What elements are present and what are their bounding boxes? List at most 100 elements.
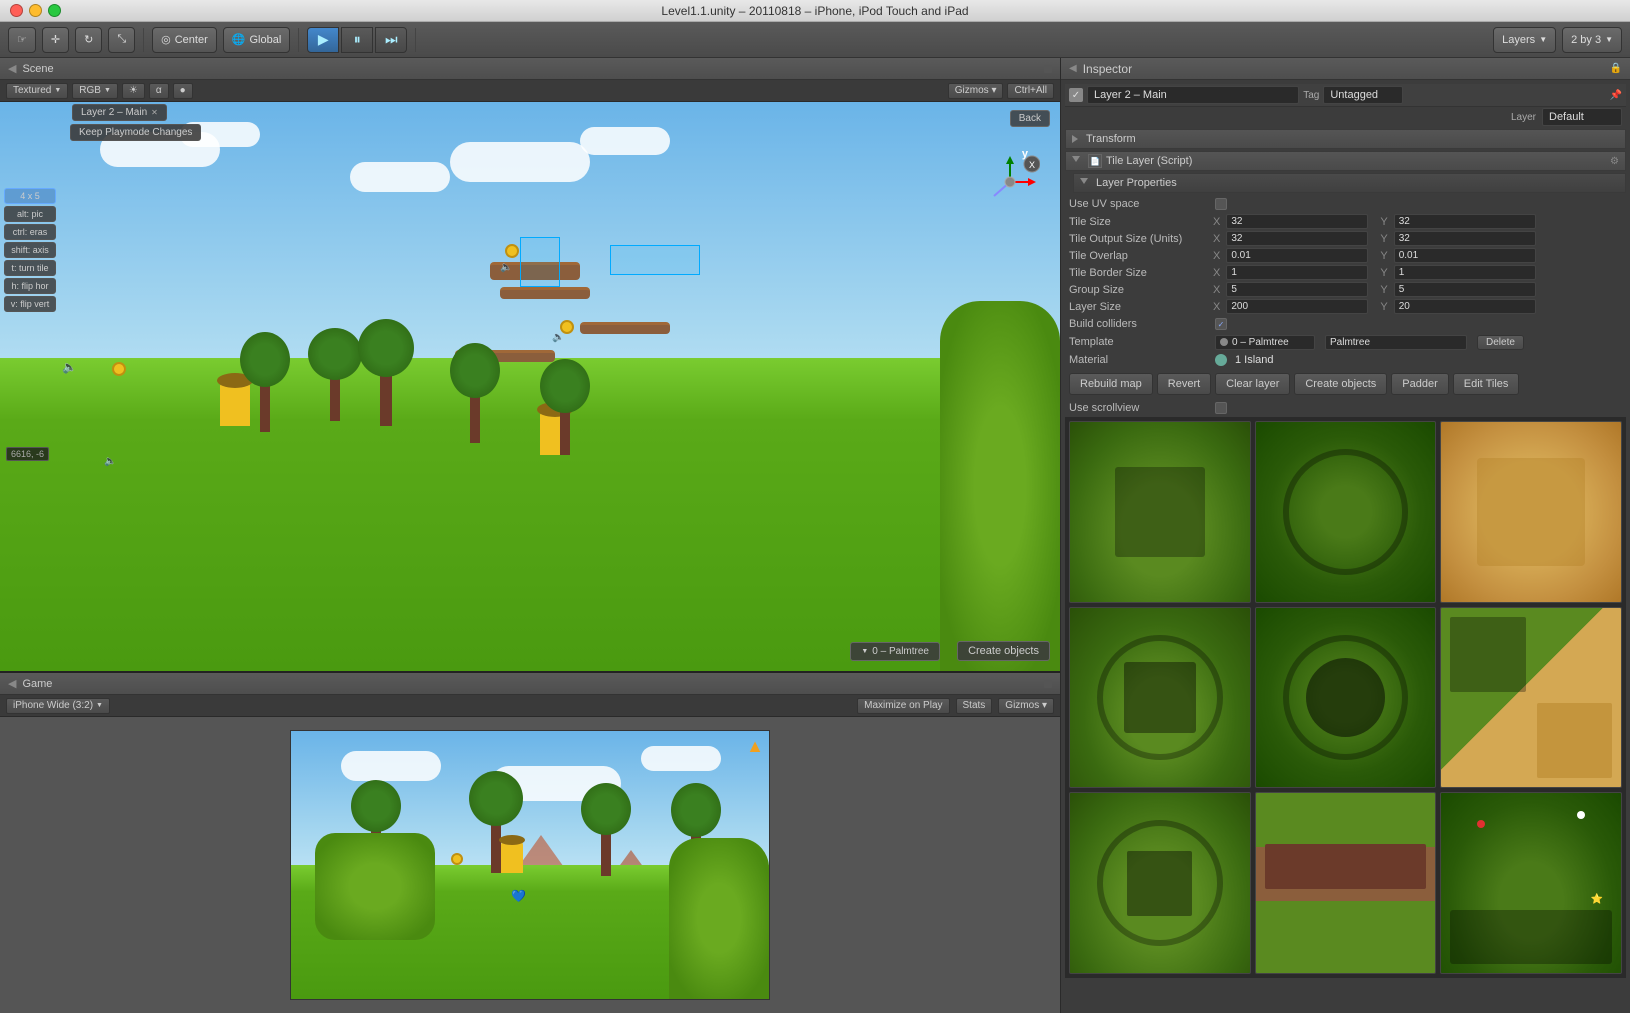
alt-pick-btn[interactable]: alt: pic — [4, 206, 56, 222]
tile-3[interactable] — [1069, 607, 1251, 789]
padder-btn[interactable]: Padder — [1391, 373, 1448, 395]
tile-6[interactable] — [1069, 792, 1251, 974]
inspector-lock-icon[interactable]: 🔒 — [1610, 63, 1622, 74]
gizmo-widget[interactable]: X — [980, 152, 1040, 212]
tile-5-br — [1537, 703, 1612, 778]
pause-button[interactable]: ⏸ — [341, 27, 373, 53]
tile-0[interactable] — [1069, 421, 1251, 603]
edit-tiles-btn[interactable]: Edit Tiles — [1453, 373, 1520, 395]
ctrl-erase-btn[interactable]: ctrl: eras — [4, 224, 56, 240]
tile-border-x-field[interactable] — [1226, 265, 1368, 280]
group-size-x-field[interactable] — [1226, 282, 1368, 297]
resolution-dropdown[interactable]: iPhone Wide (3:2) ▼ — [6, 698, 110, 714]
flip-vert-btn[interactable]: v: flip vert — [4, 296, 56, 312]
flip-hor-btn[interactable]: h: flip hor — [4, 278, 56, 294]
resolution-label: iPhone Wide (3:2) — [13, 700, 93, 711]
play-button[interactable]: ▶ — [307, 27, 339, 53]
keep-playmode-button[interactable]: Keep Playmode Changes — [70, 124, 201, 141]
tree-trunk-3 — [380, 361, 392, 426]
tile-border-y-field[interactable] — [1394, 265, 1536, 280]
tile-layer-section[interactable]: 📄 Tile Layer (Script) ⚙ — [1065, 151, 1626, 171]
inspector-pin-icon[interactable]: 📌 — [1610, 90, 1622, 101]
layout-dropdown[interactable]: 2 by 3 ▼ — [1562, 27, 1622, 53]
object-name-field[interactable] — [1087, 86, 1299, 104]
tile-8[interactable]: ⭐ — [1440, 792, 1622, 974]
center-label: Center — [175, 34, 208, 46]
tile-7[interactable] — [1255, 792, 1437, 974]
tile-output-x-field[interactable] — [1226, 231, 1368, 246]
tile-output-y-field[interactable] — [1394, 231, 1536, 246]
minimize-button[interactable] — [29, 4, 42, 17]
tile-4[interactable] — [1255, 607, 1437, 789]
scene-canvas[interactable]: 🔈 🔈 🔈 🔈 y — [0, 102, 1060, 671]
move-tool-btn[interactable]: ✛ — [42, 27, 69, 53]
template-row: Template 0 – Palmtree Delete — [1065, 333, 1626, 351]
create-objects-btn[interactable]: Create objects — [1294, 373, 1387, 395]
palmtree-dropdown[interactable]: ▼ 0 – Palmtree — [850, 642, 940, 661]
dropdown-arrow-icon: ▼ — [861, 648, 868, 655]
component-menu-icon[interactable]: ⚙ — [1610, 156, 1619, 167]
create-objects-overlay-btn[interactable]: Create objects — [957, 641, 1050, 661]
build-colliders-checkbox[interactable] — [1215, 318, 1227, 330]
maximize-button[interactable] — [48, 4, 61, 17]
layer-size-y-field[interactable] — [1394, 299, 1536, 314]
turn-tile-btn[interactable]: t: turn tile — [4, 260, 56, 276]
close-button[interactable] — [10, 4, 23, 17]
template-name-field[interactable] — [1325, 335, 1467, 350]
template-field[interactable]: 0 – Palmtree — [1215, 335, 1315, 350]
global-btn[interactable]: 🌐 Global — [223, 27, 291, 53]
scene-extra-2[interactable]: α — [149, 83, 169, 99]
clear-layer-btn[interactable]: Clear layer — [1215, 373, 1290, 395]
scene-all-btn[interactable]: Ctrl+All — [1007, 83, 1054, 99]
scene-arrow-icon: ◀ — [8, 62, 16, 75]
maximize-btn[interactable]: Maximize on Play — [857, 698, 949, 714]
game-right-bush — [669, 838, 769, 999]
ctrl-tab-close[interactable]: ✕ — [151, 108, 158, 117]
revert-btn[interactable]: Revert — [1157, 373, 1211, 395]
gizmos-dropdown[interactable]: Gizmos ▾ — [948, 83, 1004, 99]
textured-dropdown[interactable]: Textured ▼ — [6, 83, 68, 99]
stats-btn[interactable]: Stats — [956, 698, 993, 714]
scene-ground — [0, 358, 1060, 671]
tile-5[interactable] — [1440, 607, 1622, 789]
scene-extra-1[interactable]: ☀ — [122, 83, 145, 99]
scale-tool-btn[interactable]: ⤡ — [108, 27, 135, 53]
scene-tab[interactable]: Scene — [22, 63, 53, 75]
grid-size-btn[interactable]: 4 x 5 — [4, 188, 56, 204]
rotate-tool-btn[interactable]: ↻ — [75, 27, 102, 53]
inspector-tab-label[interactable]: Inspector — [1083, 62, 1132, 76]
rgb-dropdown[interactable]: RGB ▼ — [72, 83, 118, 99]
tree-top-3 — [358, 319, 414, 377]
transform-section[interactable]: Transform — [1065, 129, 1626, 149]
scene-extra-3[interactable]: ● — [173, 83, 193, 99]
window-controls[interactable] — [10, 4, 61, 17]
layer-size-x-field[interactable] — [1226, 299, 1368, 314]
game-gizmos-dropdown[interactable]: Gizmos ▾ — [998, 698, 1054, 714]
layer-properties-section[interactable]: Layer Properties — [1073, 173, 1626, 193]
template-delete-btn[interactable]: Delete — [1477, 335, 1524, 350]
layers-dropdown[interactable]: Layers ▼ — [1493, 27, 1556, 53]
game-collapse-btn[interactable] — [1044, 680, 1052, 688]
game-tab[interactable]: Game — [22, 678, 52, 690]
use-scrollview-checkbox[interactable] — [1215, 402, 1227, 414]
center-btn[interactable]: ◎ Center — [152, 27, 217, 53]
step-button[interactable]: ⏭ — [375, 27, 407, 53]
group-size-y-field[interactable] — [1394, 282, 1536, 297]
tile-2[interactable] — [1440, 421, 1622, 603]
tile-size-x-field[interactable] — [1226, 214, 1368, 229]
tile-overlap-x-field[interactable] — [1226, 248, 1368, 263]
material-field[interactable]: 1 Island — [1215, 354, 1274, 366]
use-uv-checkbox[interactable] — [1215, 198, 1227, 210]
rebuild-map-btn[interactable]: Rebuild map — [1069, 373, 1153, 395]
ctrl-tab-item[interactable]: Layer 2 – Main ✕ — [72, 104, 167, 121]
scene-collapse-btn[interactable] — [1044, 65, 1052, 73]
tile-1[interactable] — [1255, 421, 1437, 603]
active-checkbox[interactable]: ✓ — [1069, 88, 1083, 102]
shift-axis-btn[interactable]: shift: axis — [4, 242, 56, 258]
tag-field[interactable] — [1323, 86, 1403, 104]
back-button[interactable]: Back — [1010, 110, 1050, 127]
hand-tool-btn[interactable]: ☞ — [8, 27, 36, 53]
tile-overlap-y-field[interactable] — [1394, 248, 1536, 263]
layer-field[interactable] — [1542, 108, 1622, 126]
tile-size-y-field[interactable] — [1394, 214, 1536, 229]
